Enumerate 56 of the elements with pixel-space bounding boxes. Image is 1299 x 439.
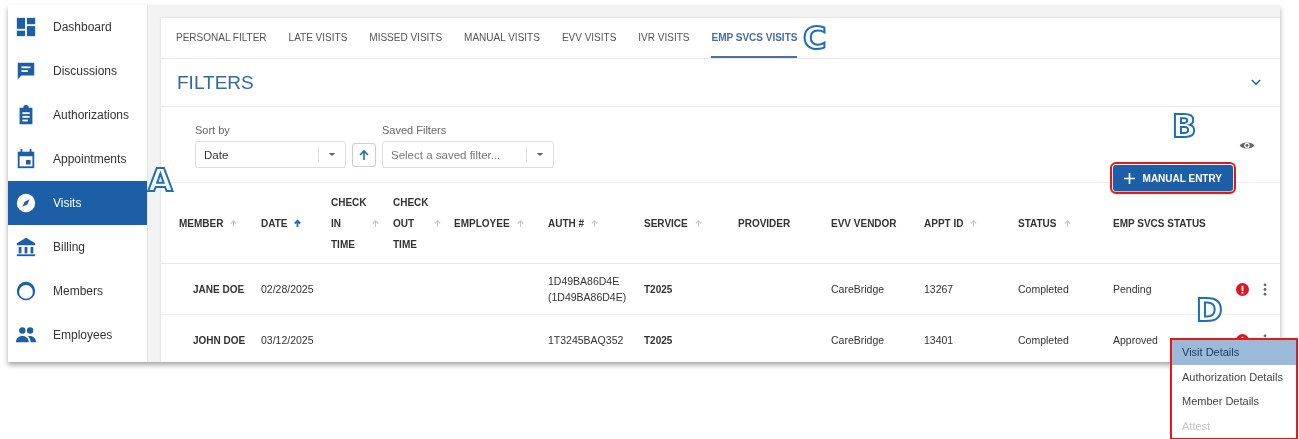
menu-item[interactable]: Visit Details <box>1172 340 1296 365</box>
table-cell: CareBridge <box>831 283 885 295</box>
table-cell-text: 1D49BA86D4E (1D49BA86D4E) <box>548 274 628 305</box>
column-header[interactable]: MEMBER <box>161 217 251 229</box>
tab[interactable]: LATE VISITS <box>288 18 359 58</box>
sidebar-item[interactable]: Appointments <box>8 137 147 181</box>
sidebar-item[interactable]: Visits <box>8 181 147 225</box>
tab[interactable]: EMP SVCS VISITS <box>711 18 798 58</box>
table-cell: JOHN DOE <box>193 334 246 346</box>
column-header[interactable]: EVV VENDOR <box>821 217 914 229</box>
section-title: FILTERS <box>177 71 254 94</box>
table-cell: Pending <box>1113 283 1152 295</box>
table-cell: T2025 <box>644 283 673 295</box>
column-header[interactable]: STATUS <box>1008 217 1103 229</box>
sidebar-item[interactable]: Authorizations <box>8 93 147 137</box>
table-cell: 13401 <box>924 334 954 346</box>
column-header[interactable]: DATE <box>251 217 321 229</box>
column-header[interactable]: CHECK IN TIME <box>321 191 383 255</box>
column-header[interactable]: EMP SVCS STATUS <box>1103 217 1221 229</box>
table-cell: T2025 <box>644 334 673 346</box>
table-cell: 03/12/2025 <box>261 334 314 346</box>
menu-item[interactable]: Member Details <box>1172 389 1296 414</box>
table-cell: 02/28/2025 <box>261 283 314 295</box>
saved-filters-dropdown[interactable]: Select a saved filter... <box>382 141 554 168</box>
callout-letter: B <box>1172 110 1197 142</box>
sidebar-item[interactable]: Discussions <box>8 49 147 93</box>
callout-letter: D <box>1196 294 1223 326</box>
tab[interactable]: PERSONAL FILTER <box>176 18 278 58</box>
table-cell: JANE DOE <box>193 283 245 295</box>
sidebar-item[interactable]: Employees <box>8 313 147 357</box>
sidebar-item[interactable]: Members <box>8 269 147 313</box>
callout-letter: A <box>148 164 173 196</box>
column-header[interactable]: AUTH # <box>538 217 634 229</box>
column-header[interactable]: EMPLOYEE <box>444 217 538 229</box>
table-cell: Completed <box>1018 283 1069 295</box>
field-label: Saved Filters <box>382 124 448 136</box>
column-header[interactable]: APPT ID <box>914 217 1008 229</box>
tab[interactable]: MISSED VISITS <box>369 18 454 58</box>
manual-entry-button[interactable]: MANUAL ENTRY <box>1112 165 1233 191</box>
table-cell: Approved <box>1113 334 1158 346</box>
table-cell: 13267 <box>924 283 954 295</box>
sort-by-dropdown[interactable]: Date <box>195 141 346 168</box>
table-cell: Completed <box>1018 334 1069 346</box>
tab[interactable]: EVV VISITS <box>561 18 628 58</box>
tab[interactable]: IVR VISITS <box>638 18 701 58</box>
callout-letter: C <box>803 22 827 54</box>
tab[interactable]: MANUAL VISITS <box>464 18 551 58</box>
table-cell-text: 1T3245BAQ352 <box>548 333 624 348</box>
column-header[interactable]: CHECK OUT TIME <box>383 191 444 255</box>
table-cell: CareBridge <box>831 334 885 346</box>
field-label: Sort by <box>195 124 231 136</box>
column-header[interactable]: SERVICE <box>634 217 728 229</box>
menu-item[interactable]: Authorization Details <box>1172 364 1296 389</box>
sidebar-item[interactable]: Dashboard <box>8 5 147 49</box>
column-header[interactable]: PROVIDER <box>728 217 821 229</box>
sidebar-item[interactable]: Billing <box>8 225 147 269</box>
